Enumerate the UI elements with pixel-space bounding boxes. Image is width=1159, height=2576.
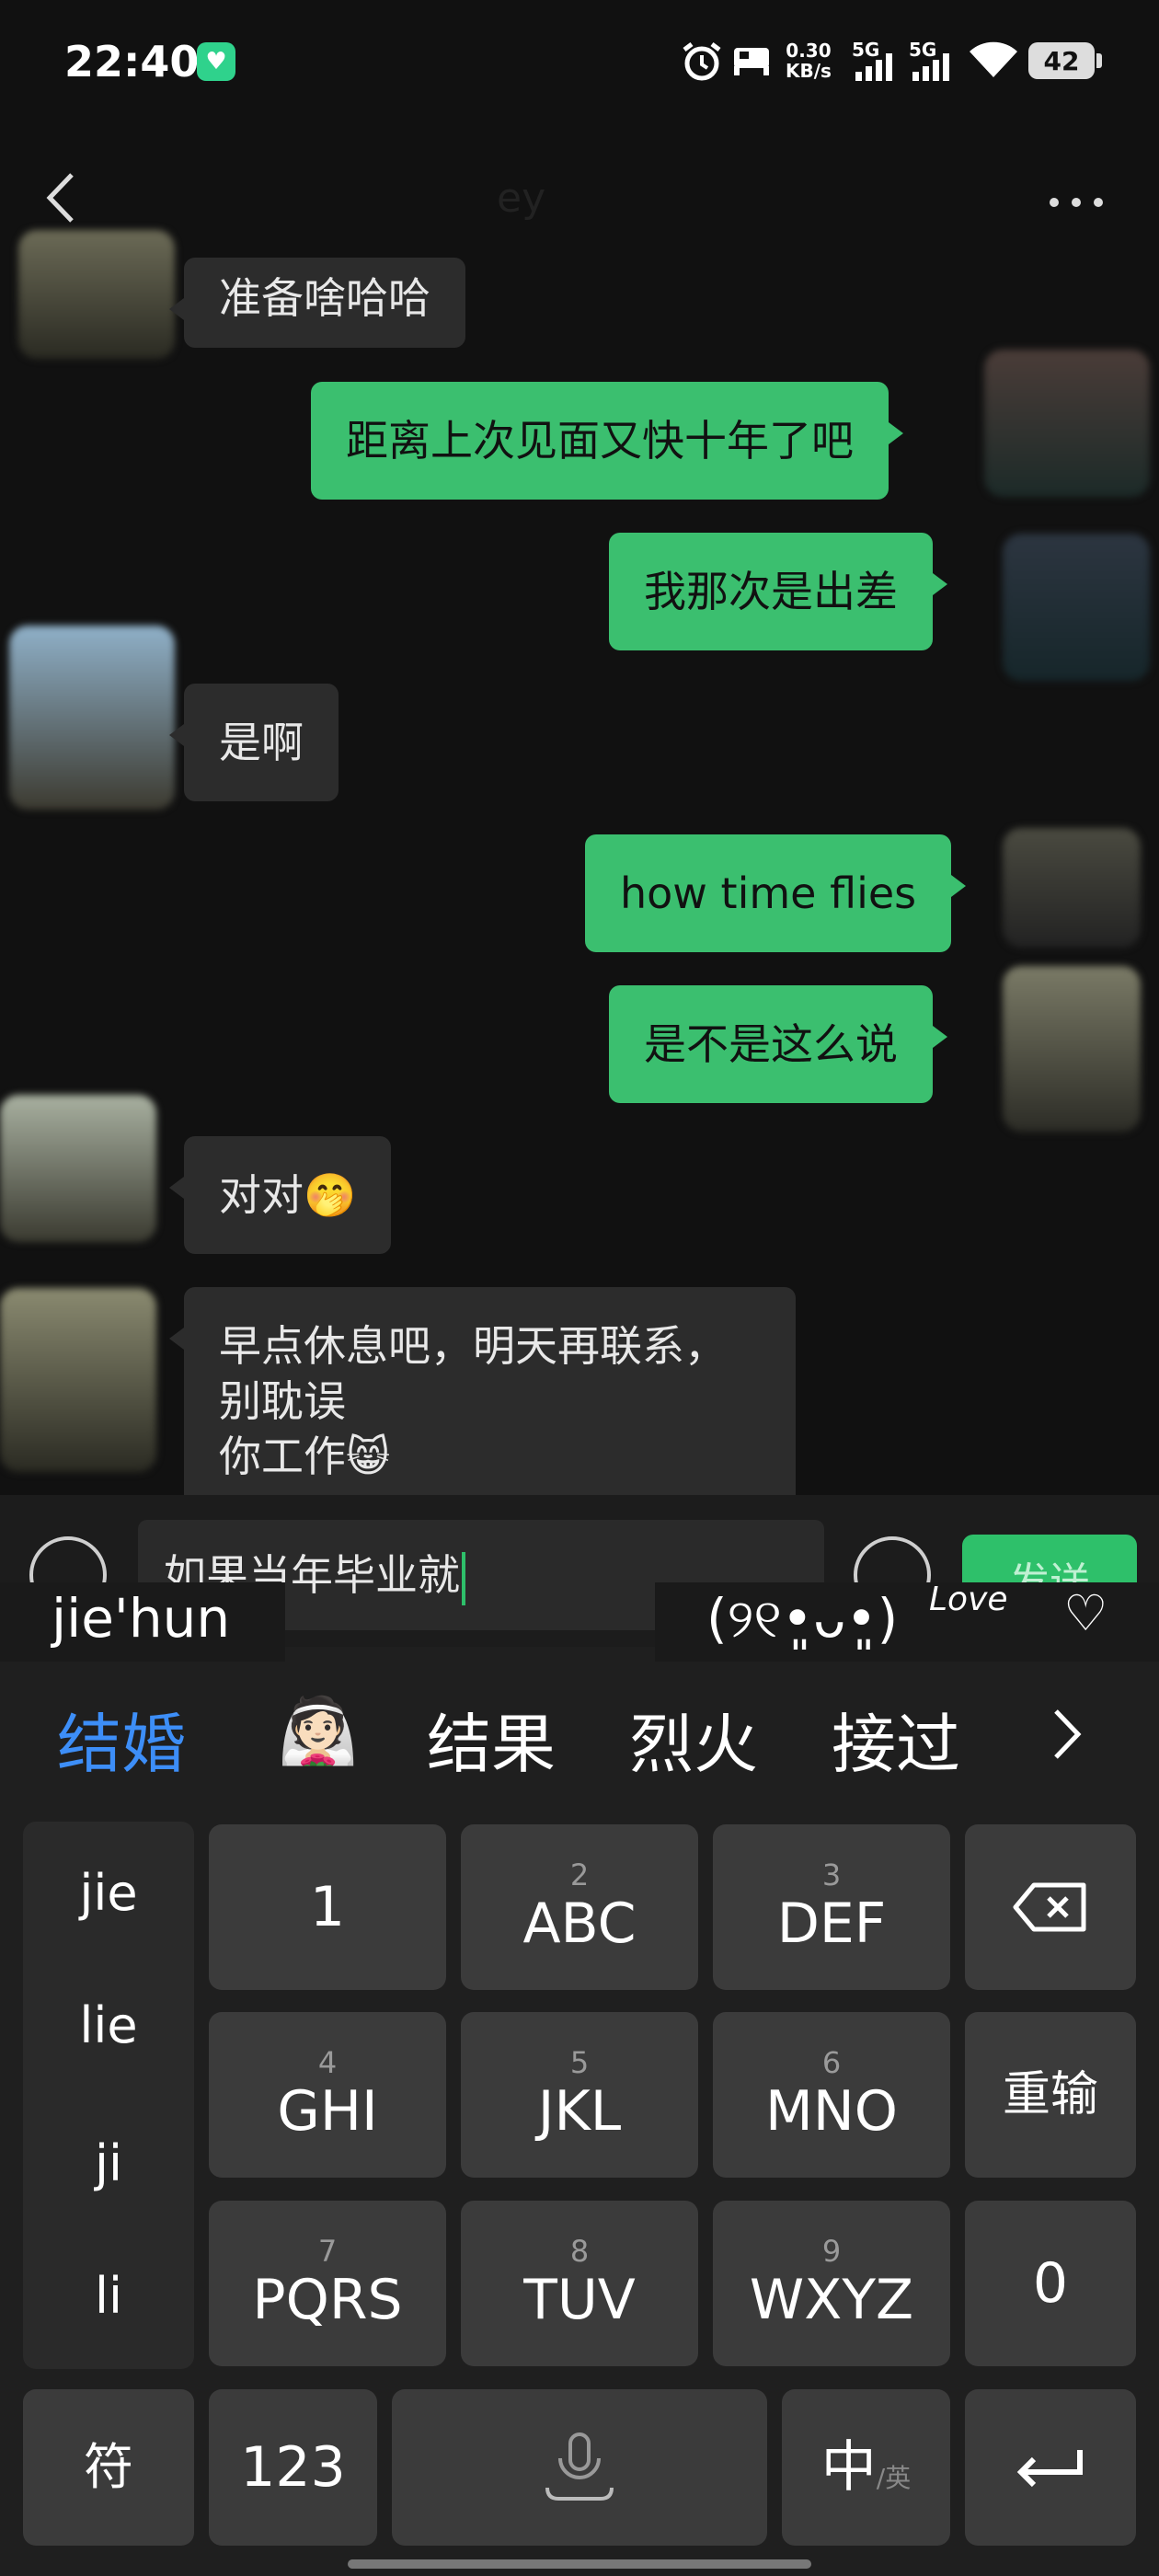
candidate-item[interactable]: 👰🏻 bbox=[278, 1693, 358, 1769]
key-7[interactable]: 7 PQRS bbox=[209, 2201, 446, 2366]
signal-icon bbox=[855, 53, 892, 81]
message-bubble-outgoing[interactable]: 距离上次见面又快十年了吧 bbox=[311, 382, 903, 500]
expand-candidates-icon[interactable] bbox=[1039, 1702, 1095, 1766]
pinyin-option[interactable]: lie bbox=[23, 1996, 194, 2054]
sleep-mode-icon bbox=[734, 48, 769, 75]
key-1[interactable]: 1 bbox=[209, 1824, 446, 1990]
my-avatar[interactable] bbox=[984, 350, 1150, 497]
enter-icon bbox=[1016, 2450, 1083, 2488]
contact-avatar[interactable] bbox=[18, 230, 175, 359]
alarm-icon bbox=[683, 42, 721, 81]
status-time: 22:40 bbox=[64, 37, 200, 86]
my-avatar[interactable] bbox=[1003, 966, 1141, 1132]
key-9[interactable]: 9 WXYZ bbox=[713, 2201, 950, 2366]
candidate-item[interactable]: 结婚 bbox=[57, 1693, 186, 1786]
contact-avatar[interactable] bbox=[9, 626, 175, 810]
space-voice-key[interactable] bbox=[392, 2389, 767, 2546]
pinyin-composition: jie'hun bbox=[52, 1587, 231, 1650]
wifi-icon bbox=[970, 41, 1017, 77]
app-notification-icon: ♥ bbox=[197, 42, 235, 81]
enter-key[interactable] bbox=[965, 2389, 1136, 2546]
love-sticker-label[interactable]: Love bbox=[929, 1581, 1008, 1618]
candidate-item[interactable]: 结果 bbox=[427, 1693, 556, 1786]
key-3[interactable]: 3 DEF bbox=[713, 1824, 950, 1990]
battery-indicator: 42 bbox=[1028, 42, 1102, 79]
key-2[interactable]: 2 ABC bbox=[461, 1824, 698, 1990]
symbol-key[interactable]: 符 bbox=[23, 2389, 194, 2546]
more-options-button[interactable] bbox=[1039, 179, 1113, 225]
pinyin-option[interactable]: ji bbox=[23, 2134, 194, 2192]
message-bubble-incoming[interactable]: 是啊 bbox=[169, 684, 339, 801]
network-speed: 0.30 KB/s bbox=[786, 40, 832, 82]
number-mode-key[interactable]: 123 bbox=[209, 2389, 377, 2546]
back-button[interactable] bbox=[37, 166, 92, 230]
candidate-item[interactable]: 烈火 bbox=[629, 1693, 758, 1786]
reinput-key[interactable]: 重输 bbox=[965, 2012, 1136, 2178]
contact-avatar[interactable] bbox=[0, 1095, 156, 1242]
home-indicator[interactable] bbox=[348, 2559, 811, 2569]
message-bubble-outgoing[interactable]: 我那次是出差 bbox=[609, 533, 947, 650]
pinyin-option[interactable]: jie bbox=[23, 1864, 194, 1922]
message-bubble-outgoing[interactable]: how time flies bbox=[585, 834, 967, 952]
status-bar: 22:40 ♥ 0.30 KB/s 5G 5G 42 bbox=[0, 0, 1159, 129]
language-switch-key[interactable]: 中/英 bbox=[782, 2389, 950, 2546]
message-bubble-incoming[interactable]: 早点休息吧，明天再联系，别耽误 你工作😸 bbox=[169, 1287, 796, 1515]
message-bubble-outgoing[interactable]: 是不是这么说 bbox=[609, 985, 947, 1103]
microphone-icon bbox=[545, 2432, 614, 2501]
key-6[interactable]: 6 MNO bbox=[713, 2012, 950, 2178]
my-avatar[interactable] bbox=[1003, 534, 1150, 681]
message-bubble-incoming[interactable]: 对对🤭 bbox=[168, 1136, 392, 1254]
backspace-icon bbox=[1013, 1882, 1086, 1932]
key-5[interactable]: 5 JKL bbox=[461, 2012, 698, 2178]
my-avatar[interactable] bbox=[1003, 828, 1141, 948]
key-4[interactable]: 4 GHI bbox=[209, 2012, 446, 2178]
signal-icon-2 bbox=[912, 53, 949, 81]
pinyin-option[interactable]: li bbox=[23, 2267, 194, 2325]
backspace-key[interactable] bbox=[965, 1824, 1136, 1990]
message-bubble-incoming[interactable]: 准备啥哈哈 bbox=[169, 258, 465, 348]
key-0[interactable]: 0 bbox=[965, 2201, 1136, 2366]
candidate-item[interactable]: 接过 bbox=[832, 1693, 960, 1786]
chat-title: ey bbox=[497, 175, 546, 222]
contact-avatar[interactable] bbox=[0, 1288, 156, 1472]
kaomoji-suggestion[interactable]: (୨୧•͈ᴗ•͈) bbox=[706, 1587, 898, 1650]
key-8[interactable]: 8 TUV bbox=[461, 2201, 698, 2366]
heart-icon[interactable]: ♡ bbox=[1063, 1584, 1107, 1642]
